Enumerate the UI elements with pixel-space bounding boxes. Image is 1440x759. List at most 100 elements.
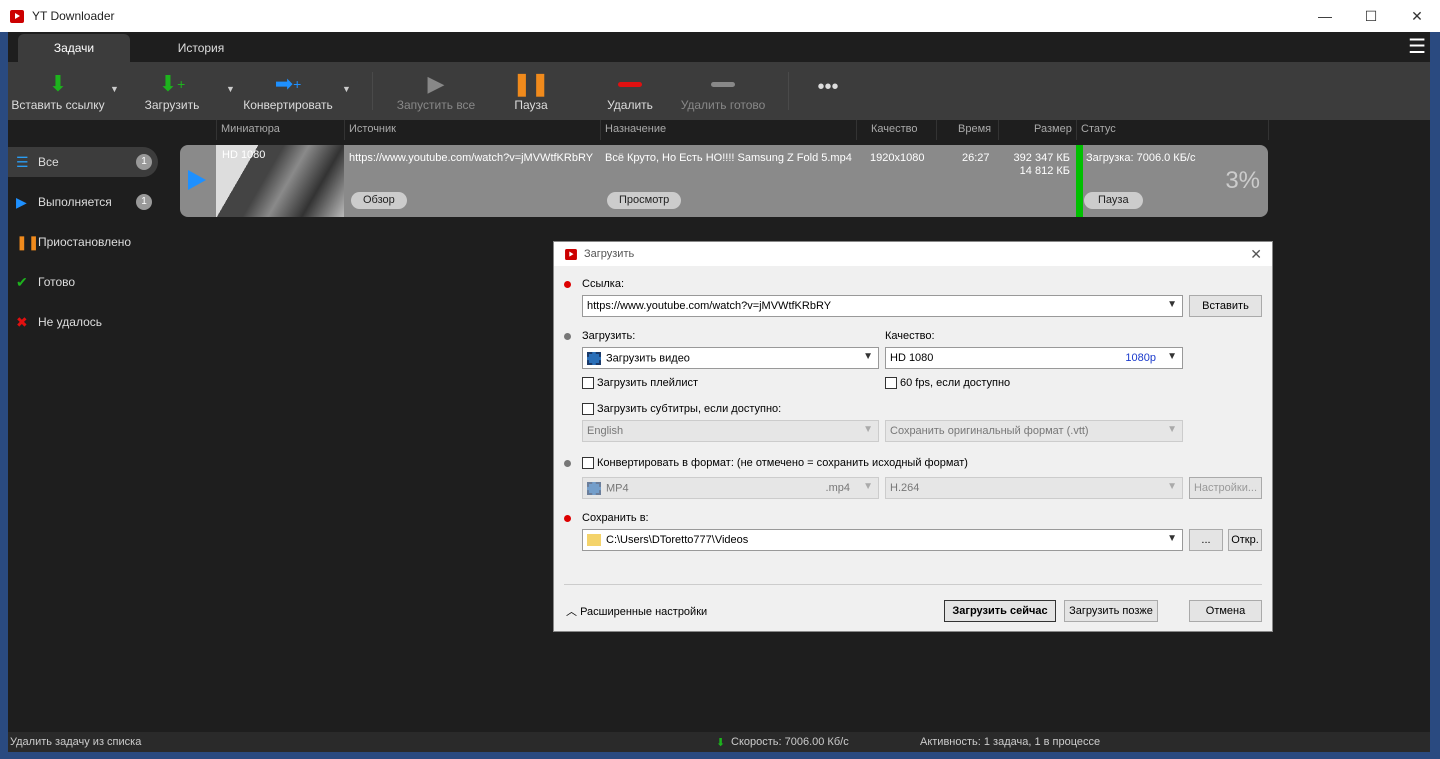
col-quality[interactable]: Качество xyxy=(871,123,918,135)
more-button[interactable]: ••• xyxy=(808,76,848,99)
delete-label: Удалить xyxy=(607,98,653,112)
subtitle-language-value: English xyxy=(587,425,624,437)
paste-dropdown[interactable]: ▼ xyxy=(110,84,119,94)
sidebar-item-running[interactable]: ▶ Выполняется 1 xyxy=(8,187,168,217)
quality-tag: 1080p xyxy=(1125,352,1156,364)
col-thumb[interactable]: Миниатюра xyxy=(221,123,280,135)
status-hint: Удалить задачу из списка xyxy=(10,736,142,748)
maximize-button[interactable]: ☐ xyxy=(1348,8,1394,25)
sidebar-item-done[interactable]: ✔ Готово xyxy=(8,267,168,297)
convert-label: Конвертировать в формат: (не отмечено = … xyxy=(597,457,968,469)
download-mode-value: Загрузить видео xyxy=(606,352,690,365)
close-button[interactable]: ✕ xyxy=(1394,8,1440,25)
pause-button[interactable]: ❚❚ Пауза xyxy=(506,70,556,112)
download-now-button[interactable]: Загрузить сейчас xyxy=(944,600,1056,622)
sidebar-label: Готово xyxy=(38,275,76,289)
dialog-close-button[interactable]: ✕ xyxy=(1250,246,1262,263)
minus-gray-icon xyxy=(680,70,766,98)
title-bar: YT Downloader — ☐ ✕ xyxy=(0,0,1440,32)
playlist-checkbox[interactable]: Загрузить плейлист xyxy=(582,377,698,389)
download-label: Загрузить xyxy=(144,98,200,112)
col-size[interactable]: Размер xyxy=(1034,123,1072,135)
count-badge: 1 xyxy=(136,194,152,210)
cancel-button[interactable]: Отмена xyxy=(1189,600,1262,622)
col-time[interactable]: Время xyxy=(958,123,991,135)
save-label: Сохранить в: xyxy=(582,512,649,524)
save-path-input[interactable]: C:\Users\DToretto777\Videos ▼ xyxy=(582,529,1183,551)
minimize-button[interactable]: — xyxy=(1302,8,1348,25)
size-done: 14 812 КБ xyxy=(1019,165,1070,177)
quality: 1920x1080 xyxy=(870,152,925,164)
tab-history[interactable]: История xyxy=(158,34,244,62)
download-later-button[interactable]: Загрузить позже xyxy=(1064,600,1158,622)
link-label: Ссылка: xyxy=(582,278,624,290)
advanced-settings-link[interactable]: ︿ Расширенные настройки xyxy=(566,603,707,619)
start-all-label: Запустить все xyxy=(396,98,476,112)
status-bar: Удалить задачу из списка ⬇ Скорость: 700… xyxy=(8,732,1430,752)
chevron-up-icon: ︿ xyxy=(566,606,577,618)
paste-link-label: Вставить ссылку xyxy=(11,98,105,112)
link-value: https://www.youtube.com/watch?v=jMVWtfKR… xyxy=(587,300,832,312)
fps60-checkbox[interactable]: 60 fps, если доступно xyxy=(885,377,1010,389)
film-icon xyxy=(587,482,601,495)
source-url: https://www.youtube.com/watch?v=jMVWtfKR… xyxy=(349,152,594,164)
pause-label: Пауза xyxy=(514,98,548,112)
pause-task-button[interactable]: Пауза xyxy=(1084,192,1143,209)
convert-checkbox[interactable]: Конвертировать в формат: (не отмечено = … xyxy=(582,457,968,469)
start-all-button[interactable]: ▶ Запустить все xyxy=(396,70,476,112)
convert-button[interactable]: ➡ + Конвертировать xyxy=(242,70,334,112)
quality-select[interactable]: HD 1080 1080p ▼ xyxy=(885,347,1183,369)
download-mode-select[interactable]: Загрузить видео ▼ xyxy=(582,347,879,369)
link-input[interactable]: https://www.youtube.com/watch?v=jMVWtfKR… xyxy=(582,295,1183,317)
download-label: Загрузить: xyxy=(582,330,636,342)
delete-done-button[interactable]: Удалить готово xyxy=(680,70,766,112)
convert-format-value: MP4 xyxy=(606,482,629,495)
subtitles-checkbox[interactable]: Загрузить субтитры, если доступно: xyxy=(582,403,781,415)
browse-folder-button[interactable]: ... xyxy=(1189,529,1223,551)
paste-button[interactable]: Вставить xyxy=(1189,295,1262,317)
subtitle-format-value: Сохранить оригинальный формат (.vtt) xyxy=(890,425,1089,437)
download-button[interactable]: ⬇ + Загрузить xyxy=(138,70,206,112)
browse-button[interactable]: Обзор xyxy=(351,192,407,209)
arrow-down-icon: ⬇ xyxy=(48,71,68,96)
subtitle-format-select[interactable]: Сохранить оригинальный формат (.vtt) ▼ xyxy=(885,420,1183,442)
pause-icon: ❚❚ xyxy=(16,233,40,250)
dest-file: Всё Круто, Но Есть НО!!!! Samsung Z Fold… xyxy=(605,152,852,164)
advanced-label: Расширенные настройки xyxy=(580,606,708,618)
col-dest[interactable]: Назначение xyxy=(605,123,666,135)
dialog-title: Загрузить xyxy=(584,248,635,260)
sidebar-item-all[interactable]: ☰ Все 1 xyxy=(8,147,158,177)
progress-bar xyxy=(1076,145,1083,217)
list-icon: ☰ xyxy=(16,153,29,170)
subtitles-label: Загрузить субтитры, если доступно: xyxy=(597,403,782,415)
pause-icon: ❚❚ xyxy=(512,71,550,96)
codec-select[interactable]: H.264 ▼ xyxy=(885,477,1183,499)
open-folder-button[interactable]: Откр. xyxy=(1228,529,1262,551)
col-status[interactable]: Статус xyxy=(1081,123,1116,135)
codec-value: H.264 xyxy=(890,482,920,494)
film-icon xyxy=(587,352,601,365)
col-source[interactable]: Источник xyxy=(349,123,396,135)
quality-value: HD 1080 xyxy=(890,352,934,364)
minus-red-icon xyxy=(600,70,660,98)
hamburger-menu-icon[interactable]: ☰ xyxy=(1408,37,1426,57)
paste-link-button[interactable]: ⬇ Вставить ссылку xyxy=(10,70,106,112)
tab-tasks[interactable]: Задачи xyxy=(18,34,130,62)
download-dropdown[interactable]: ▼ xyxy=(226,84,235,94)
activity: Активность: 1 задача, 1 в процессе xyxy=(920,736,1101,748)
convert-settings-button[interactable]: Настройки... xyxy=(1189,477,1262,499)
app-logo-icon xyxy=(565,248,577,260)
sidebar-label: Не удалось xyxy=(38,315,103,329)
view-button[interactable]: Просмотр xyxy=(607,192,682,209)
task-row[interactable]: HD 1080 https://www.youtube.com/watch?v=… xyxy=(180,145,1268,217)
convert-dropdown[interactable]: ▼ xyxy=(342,84,351,94)
delete-button[interactable]: Удалить xyxy=(600,70,660,112)
sidebar-label: Выполняется xyxy=(38,195,112,209)
sidebar-item-paused[interactable]: ❚❚ Приостановлено xyxy=(8,227,168,257)
subtitle-language-select[interactable]: English ▼ xyxy=(582,420,879,442)
download-dialog: Загрузить ✕ Ссылка: https://www.youtube.c… xyxy=(553,241,1273,632)
play-icon[interactable] xyxy=(188,170,206,190)
sidebar-item-failed[interactable]: ✖ Не удалось xyxy=(8,307,168,337)
convert-format-select[interactable]: MP4 .mp4 ▼ xyxy=(582,477,879,499)
delete-done-label: Удалить готово xyxy=(680,98,766,112)
